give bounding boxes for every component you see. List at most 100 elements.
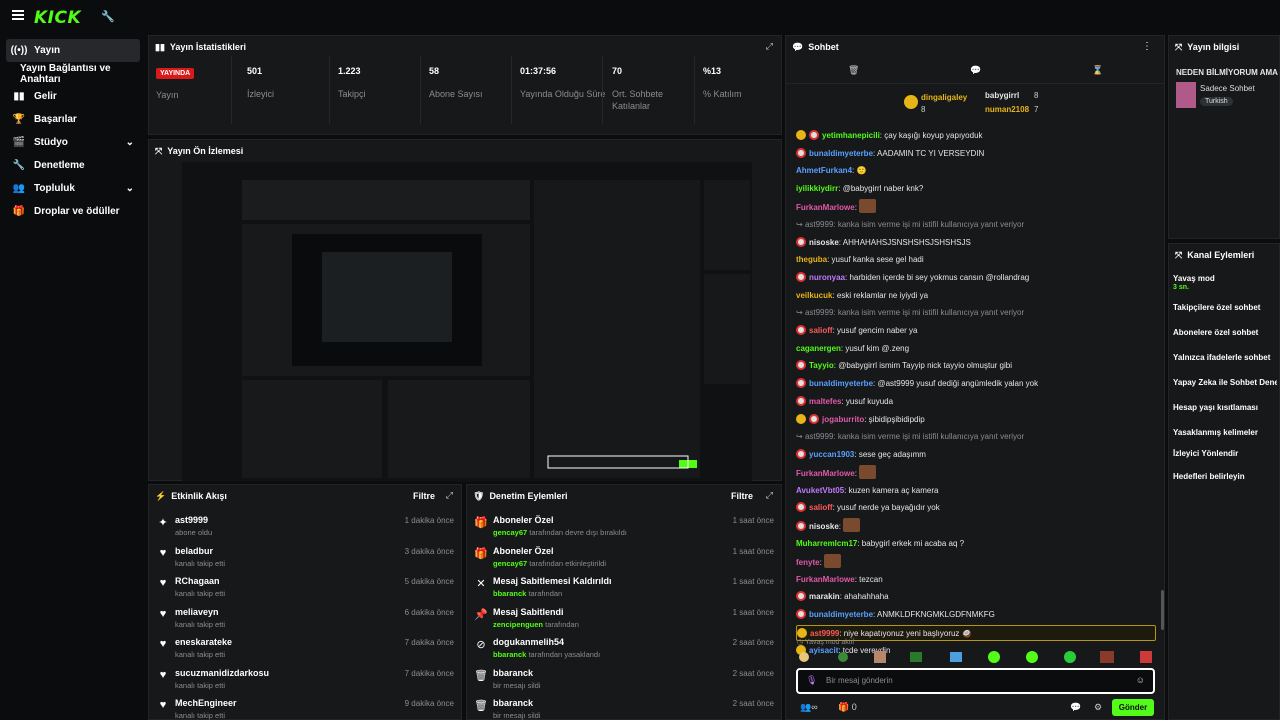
activity-row[interactable]: ♥ MechEngineer kanalı takip etti 9 dakik… (156, 697, 456, 720)
second-gifter-name[interactable]: babygirrl (985, 91, 1019, 100)
channel-action-item[interactable]: Hedefleri belirleyin (1173, 472, 1277, 481)
sidebar-item-denetleme[interactable]: 🔧 Denetleme (6, 154, 140, 177)
activity-user[interactable]: ast9999 (175, 515, 208, 525)
chat-username[interactable]: nisoske (809, 522, 839, 531)
chat-username[interactable]: Muharremlcm17 (796, 539, 857, 548)
moderator-name[interactable]: bbaranck (493, 589, 526, 598)
activity-user[interactable]: sucuzmanidizdarkosu (175, 668, 269, 678)
microphone-icon[interactable]: 🎙 (806, 675, 817, 686)
chat-bubble-icon[interactable]: 💬 (1070, 702, 1081, 713)
chat-scrollbar[interactable] (1161, 590, 1164, 630)
channel-action-item[interactable]: Yasaklanmış kelimeler (1173, 428, 1277, 437)
sidebar-item-yayin[interactable]: ((•)) Yayın (6, 39, 140, 62)
heart-icon: ♥ (159, 546, 167, 559)
chat-text: : yusuf nerde ya bayağıdır yok (832, 503, 940, 513)
moderation-row[interactable]: 🎁 Aboneler Özel gencay67 tarafından devr… (474, 514, 776, 544)
chat-username[interactable]: salioff (809, 326, 833, 335)
activity-row[interactable]: ♥ meliaveyn kanalı takip etti 6 dakika ö… (156, 606, 456, 636)
moderator-name[interactable]: zencipenguen (493, 620, 543, 629)
chat-username[interactable]: FurkanMarlowe (796, 575, 855, 584)
channel-action-item[interactable]: Hesap yaşı kısıtlaması (1173, 403, 1277, 412)
chat-username[interactable]: marakin (809, 592, 840, 601)
activity-user[interactable]: eneskarateke (175, 637, 232, 647)
moderation-row[interactable]: 🗑 bbaranck bir mesajı sildi 2 saat önce (474, 667, 776, 697)
moderation-time: 1 saat önce (732, 546, 774, 556)
chat-username[interactable]: AvuketVbt05 (796, 486, 844, 495)
activity-user[interactable]: beladbur (175, 546, 213, 556)
chat-username[interactable]: maltefes (809, 397, 841, 406)
category-name[interactable]: Sadece Sohbet (1200, 84, 1255, 93)
channel-action-item[interactable]: Yalnızca ifadelerle sohbet (1173, 353, 1277, 362)
chat-input-box[interactable]: 🎙 Bir mesaj gönderin ☺ (796, 668, 1155, 694)
channel-action-item[interactable]: Yapay Zeka ile Sohbet Denetimi (1173, 378, 1277, 387)
emoji-icon[interactable]: ☺ (1136, 675, 1145, 685)
activity-row[interactable]: ✦ ast9999 abone oldu 1 dakika önce (156, 514, 456, 544)
settings-icon[interactable]: ⚙ (1094, 702, 1102, 713)
chat-username[interactable]: nuronyaa (809, 273, 845, 282)
chat-username[interactable]: bunaldimyeterbe (809, 610, 873, 619)
moderator-name[interactable]: gencay67 (493, 528, 527, 537)
chat-username[interactable]: ast9999 (810, 629, 839, 638)
chat-username[interactable]: bunaldimyeterbe (809, 149, 873, 158)
channel-action-item[interactable]: Abonelere özel sohbet (1173, 328, 1277, 337)
activity-filter-button[interactable]: Filtre (413, 491, 435, 501)
moderation-row[interactable]: 🎁 Aboneler Özel gencay67 tarafından etki… (474, 545, 776, 575)
kick-logo[interactable]: KICK (34, 8, 81, 28)
sidebar-item-topluluk[interactable]: 👥 Topluluk ⌄ (6, 177, 140, 200)
expand-icon[interactable]: ⤢ (446, 490, 453, 501)
activity-row[interactable]: ♥ eneskarateke kanalı takip etti 7 dakik… (156, 636, 456, 666)
chat-username[interactable]: FurkanMarlowe (796, 469, 855, 478)
chat-username[interactable]: FurkanMarlowe (796, 203, 855, 212)
chat-username[interactable]: veilkucuk (796, 291, 832, 300)
activity-row[interactable]: ♥ RChagaan kanalı takip etti 5 dakika ön… (156, 575, 456, 605)
sidebar-item-basarilar[interactable]: 🏆 Başarılar (6, 108, 140, 131)
chat-bubble-icon[interactable]: 💬 (970, 65, 981, 76)
language-tag[interactable]: Turkish (1200, 97, 1233, 106)
shield-icon: 🛡 (473, 490, 485, 501)
send-button[interactable]: Gönder (1112, 699, 1154, 716)
chat-username[interactable]: Tayyio (809, 361, 834, 370)
activity-row[interactable]: ♥ beladbur kanalı takip etti 3 dakika ön… (156, 545, 456, 575)
chat-username[interactable]: caganergen (796, 344, 841, 353)
moderation-row[interactable]: 🗑 bbaranck bir mesajı sildi 2 saat önce (474, 697, 776, 720)
chat-username[interactable]: jogaburrito (822, 415, 864, 424)
moderation-row[interactable]: 📌 Mesaj Sabitlendi zencipenguen tarafınd… (474, 606, 776, 636)
gift-icon[interactable]: 🎁 0 (838, 702, 857, 713)
slow-mode-action[interactable]: Yavaş mod (1173, 274, 1215, 283)
channel-action-item[interactable]: Takipçilere özel sohbet (1173, 303, 1277, 312)
stream-preview-video[interactable] (182, 162, 752, 482)
hourglass-icon[interactable]: ⌛ (1092, 65, 1103, 76)
chat-username[interactable]: nisoske (809, 238, 839, 247)
chat-username[interactable]: theguba (796, 255, 827, 264)
trash-icon[interactable]: 🗑 (848, 65, 859, 76)
moderator-name[interactable]: gencay67 (493, 559, 527, 568)
sidebar-item-droplar[interactable]: 🎁 Droplar ve ödüller (6, 200, 140, 223)
people-icon[interactable]: 👥∞ (800, 702, 818, 713)
moderation-row[interactable]: ⊘ dogukanmelih54 bbaranck tarafından yas… (474, 636, 776, 666)
menu-icon[interactable] (12, 10, 24, 20)
chat-username[interactable]: AhmetFurkan4 (796, 166, 852, 175)
expand-icon[interactable]: ⤢ (766, 41, 773, 52)
channel-action-item[interactable]: İzleyici Yönlendir (1173, 449, 1277, 458)
expand-icon[interactable]: ⤢ (766, 490, 773, 501)
chat-username[interactable]: salioff (809, 503, 833, 512)
moderation-filter-button[interactable]: Filtre (731, 491, 753, 501)
more-icon[interactable]: ⋮ (1142, 41, 1152, 52)
chat-username[interactable]: fenyte (796, 558, 820, 567)
chat-username[interactable]: bunaldimyeterbe (809, 379, 873, 388)
sidebar-item-stream-key[interactable]: Yayın Bağlantısı ve Anahtarı (6, 62, 140, 85)
activity-user[interactable]: RChagaan (175, 576, 220, 586)
activity-row[interactable]: ♥ sucuzmanidizdarkosu kanalı takip etti … (156, 667, 456, 697)
moderation-row[interactable]: ✕ Mesaj Sabitlemesi Kaldırıldı bbaranck … (474, 575, 776, 605)
chat-username[interactable]: iyilikkiydirr (796, 184, 838, 193)
third-gifter-name[interactable]: numan2108 (985, 105, 1029, 114)
sidebar-item-gelir[interactable]: ▮▮ Gelir (6, 85, 140, 108)
chat-username[interactable]: yuccan1903 (809, 450, 854, 459)
sidebar-item-studyo[interactable]: 🎬 Stüdyo ⌄ (6, 131, 140, 154)
activity-user[interactable]: meliaveyn (175, 607, 219, 617)
activity-user[interactable]: MechEngineer (175, 698, 237, 708)
wrench-icon[interactable]: 🔧 (101, 10, 115, 23)
chat-username[interactable]: yetimhanepicili (822, 131, 880, 140)
top-gifter-name[interactable]: dingaligaley (921, 93, 967, 102)
moderator-name[interactable]: bbaranck (493, 650, 526, 659)
